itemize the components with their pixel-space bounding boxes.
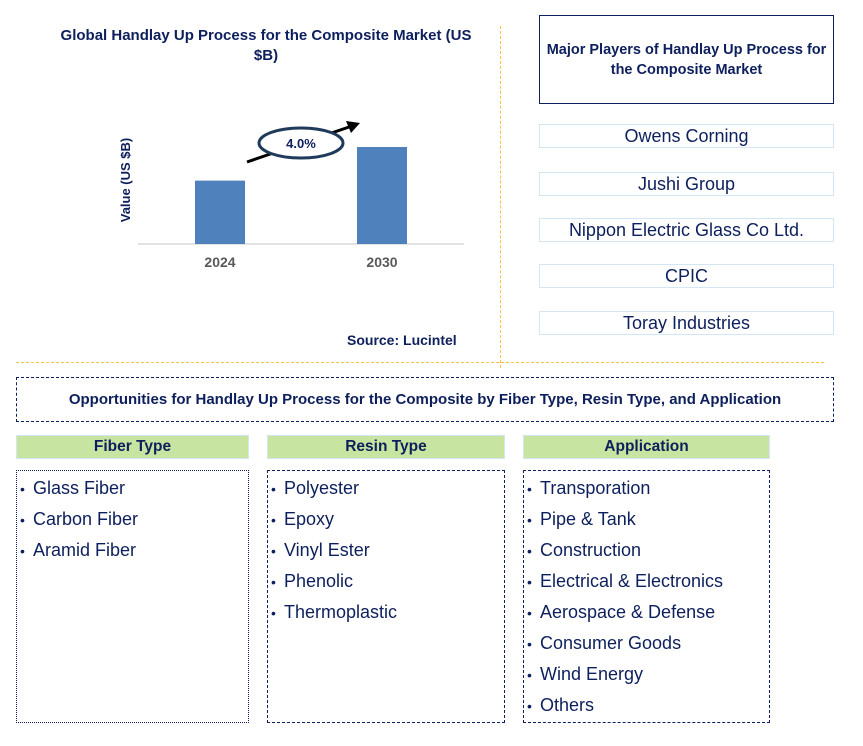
application-header: Application — [523, 435, 770, 459]
list-item: • Construction — [527, 535, 769, 566]
bullet-icon: • — [271, 512, 276, 528]
list-item-label: Polyester — [284, 478, 360, 498]
fiber-type-list: • Glass Fiber • Carbon Fiber • Aramid Fiber — [16, 470, 249, 723]
bullet-icon: • — [527, 574, 532, 590]
player-item: Toray Industries — [539, 311, 834, 335]
player-item: Jushi Group — [539, 172, 834, 196]
list-item-label: Thermoplastic — [284, 602, 398, 622]
list-item: • Thermoplastic — [271, 597, 504, 628]
cagr-label: 4.0% — [286, 136, 316, 151]
horizontal-divider — [16, 362, 824, 363]
resin-type-list: • Polyester • Epoxy • Vinyl Ester • Phenolic • Th… — [267, 470, 505, 723]
list-item-label: Construction — [540, 540, 642, 560]
list-item: • Transporation — [527, 473, 769, 504]
source-label: Source: Lucintel — [347, 332, 457, 348]
list-item-label: Aerospace & Defense — [540, 602, 716, 622]
vertical-divider — [500, 26, 501, 368]
list-item-label: Glass Fiber — [33, 478, 126, 498]
bar-chart: Value (US $B) 2024 2030 4.0% — [118, 121, 464, 270]
list-item: • Polyester — [271, 473, 504, 504]
list-item: • Others — [527, 690, 769, 721]
x-tick-label: 2024 — [204, 254, 235, 270]
bullet-icon: • — [20, 481, 25, 497]
bullet-icon: • — [271, 605, 276, 621]
bullet-icon: • — [20, 512, 25, 528]
bullet-icon: • — [527, 605, 532, 621]
bullet-icon: • — [527, 667, 532, 683]
player-item: CPIC — [539, 264, 834, 288]
bullet-icon: • — [527, 481, 532, 497]
x-tick-label: 2030 — [366, 254, 397, 270]
player-item: Owens Corning — [539, 124, 834, 148]
opportunities-title: Opportunities for Handlay Up Process for… — [16, 377, 834, 422]
list-item-label: Aramid Fiber — [33, 540, 137, 560]
list-item-label: Transporation — [540, 478, 651, 498]
list-item-label: Others — [540, 695, 595, 715]
list-item-label: Electrical & Electronics — [540, 571, 724, 591]
bullet-icon: • — [271, 481, 276, 497]
bullet-icon: • — [527, 636, 532, 652]
list-item: • Aerospace & Defense — [527, 597, 769, 628]
list-item: • Phenolic — [271, 566, 504, 597]
list-item-label: Phenolic — [284, 571, 354, 591]
players-header: Major Players of Handlay Up Process for … — [539, 15, 834, 104]
list-item: • Vinyl Ester — [271, 535, 504, 566]
bullet-icon: • — [527, 543, 532, 559]
list-item-label: Pipe & Tank — [540, 509, 636, 529]
bar-2024 — [195, 180, 245, 244]
list-item-label: Consumer Goods — [540, 633, 682, 653]
chart-title: Global Handlay Up Process for the Compos… — [60, 27, 472, 64]
list-item-label: Wind Energy — [540, 664, 644, 684]
application-list: • Transporation • Pipe & Tank • Construction •… — [523, 470, 770, 723]
fiber-type-header: Fiber Type — [16, 435, 249, 459]
bullet-icon: • — [527, 698, 532, 714]
bar-2030 — [357, 147, 407, 244]
bullet-icon: • — [527, 512, 532, 528]
list-item-label: Carbon Fiber — [33, 509, 139, 529]
bullet-icon: • — [20, 543, 25, 559]
list-item: • Epoxy — [271, 504, 504, 535]
resin-type-header: Resin Type — [267, 435, 505, 459]
list-item: • Consumer Goods — [527, 628, 769, 659]
bullet-icon: • — [271, 574, 276, 590]
y-axis-label: Value (US $B) — [118, 138, 133, 223]
player-item: Nippon Electric Glass Co Ltd. — [539, 218, 834, 242]
list-item: • Electrical & Electronics — [527, 566, 769, 597]
list-item-label: Epoxy — [284, 509, 335, 529]
list-item: • Aramid Fiber — [20, 535, 248, 566]
list-item-label: Vinyl Ester — [284, 540, 370, 560]
list-item: • Wind Energy — [527, 659, 769, 690]
bullet-icon: • — [271, 543, 276, 559]
list-item: • Carbon Fiber — [20, 504, 248, 535]
list-item: • Pipe & Tank — [527, 504, 769, 535]
list-item: • Glass Fiber — [20, 473, 248, 504]
